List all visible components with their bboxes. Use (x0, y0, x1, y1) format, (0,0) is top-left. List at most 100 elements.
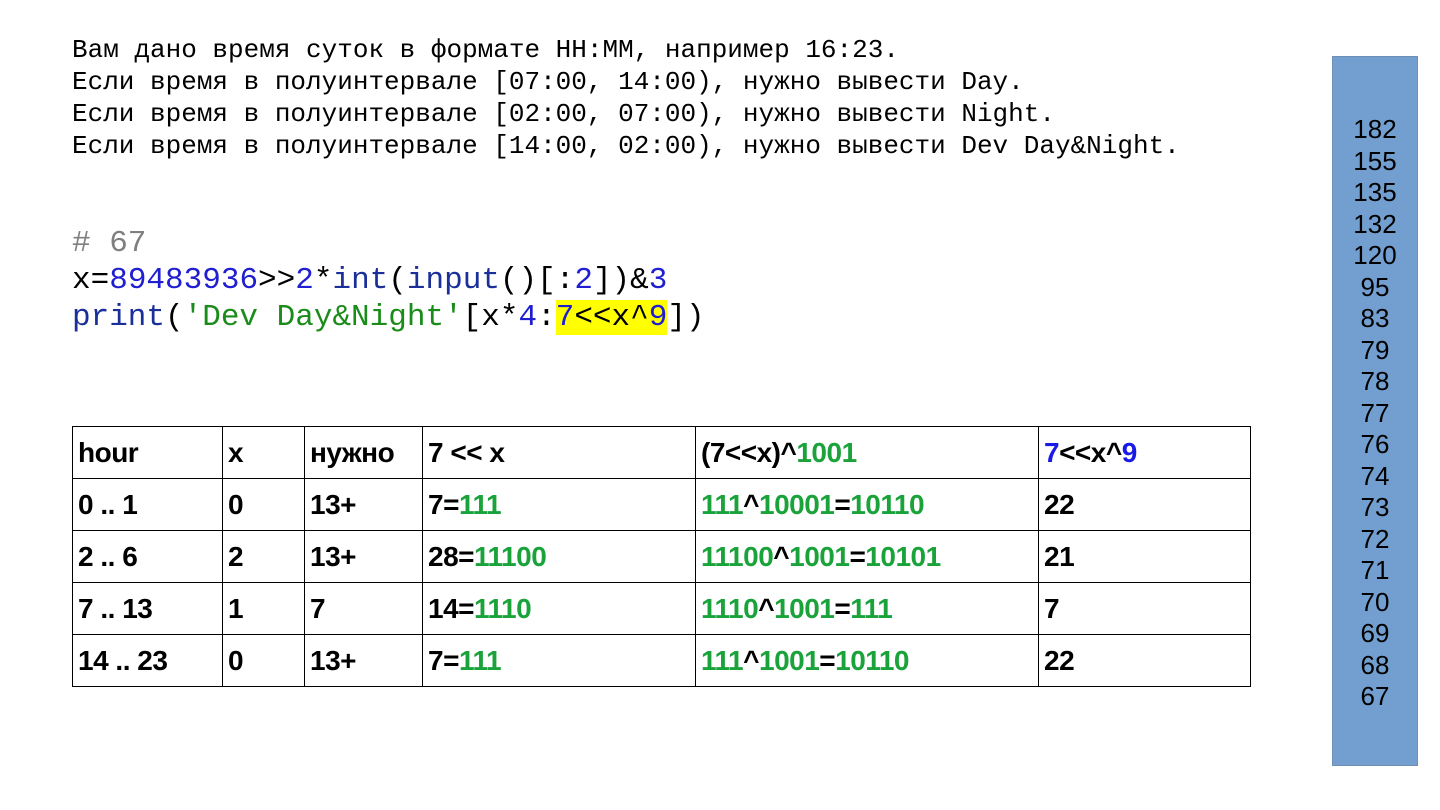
header-hour: hour (72, 426, 223, 479)
cell-hour: 0 .. 1 (72, 478, 223, 531)
table-row: 14 .. 23 0 13+ 7=111 111^1001=10110 22 (72, 634, 1251, 687)
header-result-num: 7 (1044, 436, 1060, 468)
table-row: 0 .. 1 0 13+ 7=111 111^10001=10110 22 (72, 478, 1251, 531)
cell-dec: 14= (428, 592, 475, 624)
score-sidebar: 182 155 135 132 120 95 83 79 78 77 76 74… (1332, 56, 1418, 766)
cell-xor-eq: = (834, 592, 851, 624)
code-token: print (72, 300, 166, 335)
code-token: 2 (574, 263, 593, 298)
problem-line: Если время в полуинтервале [14:00, 02:00… (72, 131, 1180, 161)
cell-xor-b: 10001 (759, 488, 835, 520)
cell-xor-b: 1001 (759, 644, 820, 676)
table-row: 2 .. 6 2 13+ 28=11100 11100^1001=10101 2… (72, 530, 1251, 583)
score-value: 68 (1360, 649, 1390, 680)
code-token: 7 (555, 300, 575, 335)
cell-xor: 111^10001=10110 (695, 478, 1039, 531)
cell-xor-c: 10110 (850, 488, 925, 520)
cell-x: 1 (222, 582, 305, 635)
table-header-row: hour x нужно 7 << x (7<<x)^1001 7<<x^9 (72, 426, 1251, 479)
code-token: 89483936 (109, 263, 259, 298)
table-row: 7 .. 13 1 7 14=1110 1110^1001=111 7 (72, 582, 1251, 635)
code-block: # 67 x=89483936>>2*int(input()[:2])&3 pr… (72, 225, 705, 336)
code-token: ( (165, 300, 184, 335)
score-value: 76 (1360, 429, 1390, 459)
cell-xor-b: 1001 (774, 592, 835, 624)
code-string: 'Dev Day&Night' (183, 300, 463, 335)
header-xor-mask: 1001 (796, 436, 857, 468)
cell-bin: 1110 (474, 592, 532, 624)
score-value: 74 (1360, 460, 1390, 491)
score-value: 72 (1360, 523, 1390, 554)
cell-xor-op: ^ (758, 592, 775, 624)
code-token: ]) (667, 300, 705, 335)
cell-xor-a: 111 (701, 644, 744, 676)
code-token: : (537, 300, 556, 335)
code-token: int (332, 263, 389, 298)
cell-xor: 1110^1001=111 (695, 582, 1039, 635)
score-value: 73 (1360, 492, 1390, 522)
score-value: 182 (1353, 114, 1397, 144)
cell-shift: 14=1110 (422, 582, 696, 635)
cell-xor-c: 111 (850, 592, 893, 624)
header-xor-expr: (7<<x)^ (701, 436, 797, 468)
cell-result: 21 (1038, 530, 1251, 583)
score-list: 182 155 135 132 120 95 83 79 78 77 76 74… (1333, 114, 1417, 713)
score-value: 70 (1360, 586, 1390, 617)
header-x: x (222, 426, 305, 479)
cell-xor-eq: = (849, 540, 866, 572)
code-line-2: print('Dev Day&Night'[x*4:7<<x^9]) (72, 299, 705, 336)
cell-xor-b: 1001 (789, 540, 850, 572)
cell-bin: 111 (458, 488, 502, 520)
score-value: 120 (1353, 240, 1397, 270)
problem-line: Если время в полуинтервале [07:00, 14:00… (72, 67, 1024, 97)
cell-dec: 7= (428, 488, 459, 520)
header-result-num: 9 (1121, 436, 1138, 468)
score-value: 79 (1360, 334, 1390, 365)
cell-x: 0 (222, 634, 305, 687)
code-token: <<x^ (574, 300, 649, 335)
cell-xor-op: ^ (743, 644, 759, 676)
cell-xor-op: ^ (743, 488, 759, 520)
cell-need: 13+ (304, 530, 423, 583)
code-token: >> (258, 263, 296, 298)
cell-xor-a: 11100 (701, 540, 774, 572)
cell-xor-a: 111 (701, 488, 744, 520)
score-value: 77 (1360, 397, 1390, 428)
cell-x: 2 (222, 530, 305, 583)
cell-result: 22 (1038, 634, 1251, 687)
cell-dec: 28= (428, 540, 475, 572)
cell-xor: 11100^1001=10101 (695, 530, 1039, 583)
cell-xor-c: 10101 (865, 540, 941, 572)
cell-xor: 111^1001=10110 (695, 634, 1039, 687)
cell-need: 13+ (304, 634, 423, 687)
header-shift: 7 << x (422, 426, 696, 479)
cell-need: 7 (304, 582, 423, 635)
code-token: 2 (295, 263, 314, 298)
code-token: [x* (462, 300, 519, 335)
cell-xor-op: ^ (773, 540, 790, 572)
problem-line: Вам дано время суток в формате HH:MM, на… (72, 35, 899, 65)
header-result: 7<<x^9 (1038, 426, 1251, 479)
code-comment: # 67 (72, 226, 147, 261)
header-result-op: <<x^ (1059, 436, 1122, 468)
score-value: 83 (1360, 303, 1390, 333)
header-xor: (7<<x)^1001 (695, 426, 1039, 479)
cell-dec: 7= (428, 644, 459, 676)
code-token: ()[: (499, 263, 575, 298)
score-value: 67 (1360, 681, 1390, 711)
cell-shift: 7=111 (422, 478, 696, 531)
code-token: x= (72, 263, 110, 298)
cell-hour: 7 .. 13 (72, 582, 223, 635)
cell-result: 22 (1038, 478, 1251, 531)
score-value: 135 (1353, 177, 1397, 207)
code-token: ( (388, 263, 407, 298)
score-value: 71 (1360, 555, 1390, 585)
code-token: ])& (592, 263, 649, 298)
cell-xor-eq: = (819, 644, 836, 676)
cell-bin: 11100 (474, 540, 547, 572)
cell-bin: 111 (458, 644, 502, 676)
cell-result: 7 (1038, 582, 1251, 635)
problem-statement: Вам дано время суток в формате HH:MM, на… (72, 34, 1180, 162)
cell-xor-c: 10110 (835, 644, 909, 676)
cell-need: 13+ (304, 478, 423, 531)
